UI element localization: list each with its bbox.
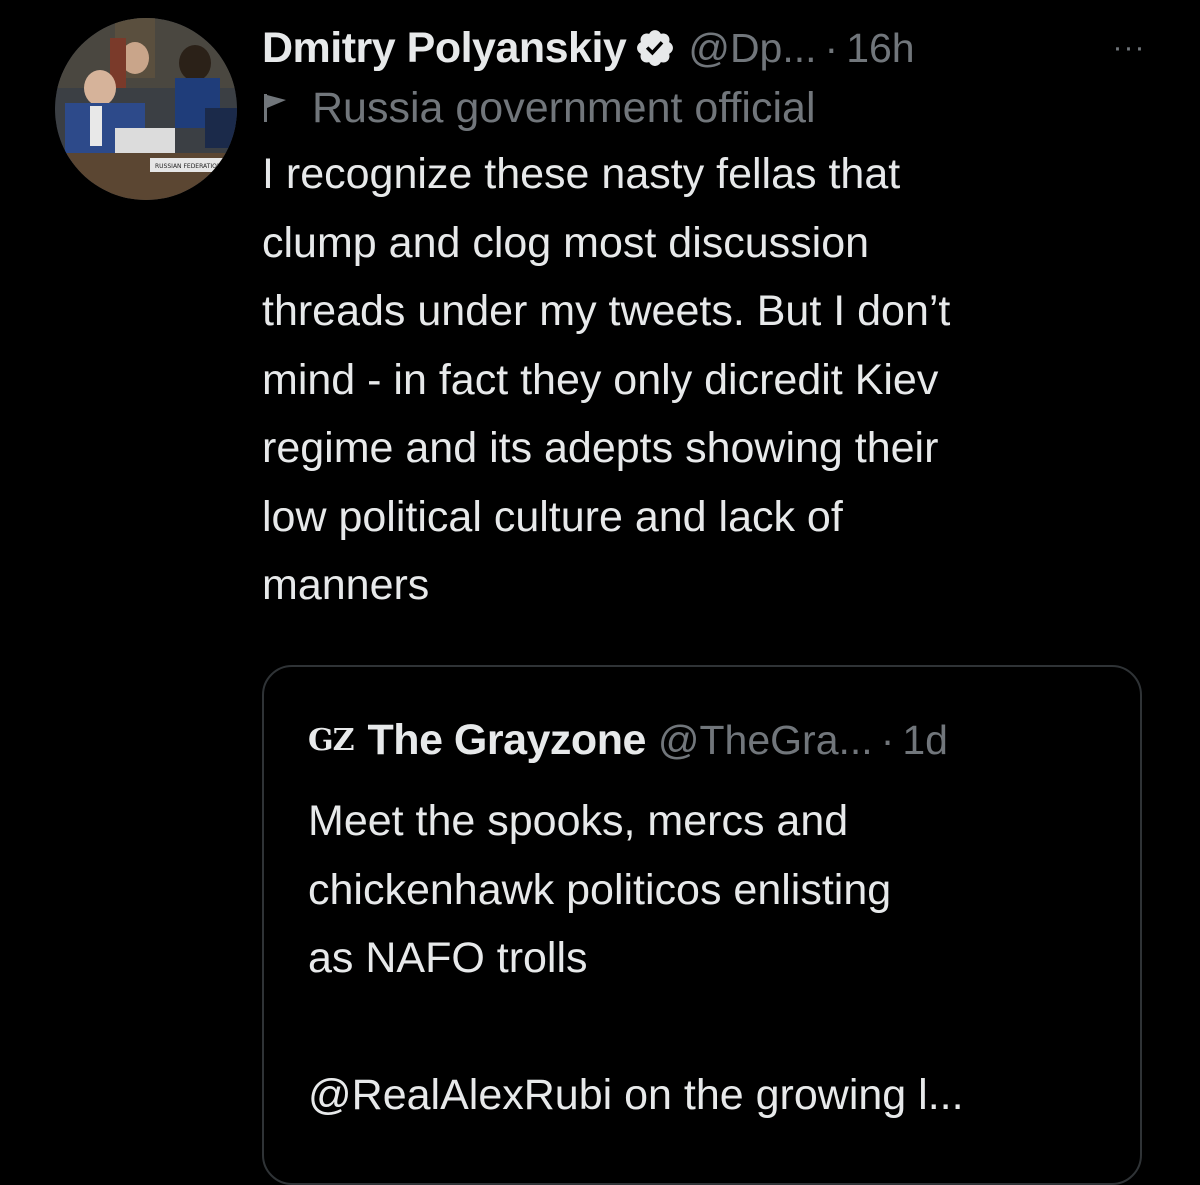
- verified-badge-icon: [634, 27, 676, 69]
- government-label[interactable]: Russia government official: [262, 80, 1162, 136]
- flag-icon: [262, 90, 292, 126]
- author-handle[interactable]: @Dp...: [688, 25, 816, 72]
- quoted-text-line: Meet the spooks, mercs and: [308, 797, 849, 845]
- more-horizontal-icon[interactable]: ···: [1099, 28, 1159, 68]
- tweet-text-line: mind - in fact they only dicredit Kiev: [262, 355, 939, 404]
- tweet[interactable]: RUSSIAN FEDERATION Dmitry Polyanskiy @Dp…: [0, 0, 1200, 1185]
- quoted-author-name[interactable]: The Grayzone: [368, 716, 647, 765]
- tweet-text-line: low political culture and lack of: [262, 492, 843, 541]
- quoted-text-line: as NAFO trolls: [308, 934, 588, 982]
- tweet-header: Dmitry Polyanskiy @Dp... · 16h: [262, 20, 1162, 76]
- grayzone-logo: GZ: [308, 722, 355, 758]
- government-label-text: Russia government official: [312, 83, 816, 132]
- tweet-text-line: regime and its adepts showing their: [262, 424, 939, 472]
- quoted-text-continued: @RealAlexRubi on the growing l...: [308, 1071, 964, 1119]
- tweet-text-line: threads under my tweets. But I don’t: [262, 287, 951, 335]
- quoted-tweet-timestamp[interactable]: 1d: [902, 717, 948, 764]
- tweet-timestamp[interactable]: 16h: [846, 25, 914, 72]
- tweet-text-line: manners: [262, 561, 430, 609]
- quoted-text-line: chickenhawk politicos enlisting: [308, 865, 892, 914]
- tweet-text-line: I recognize these nasty fellas that: [262, 150, 901, 198]
- separator-dot: ·: [824, 24, 839, 71]
- avatar-caption: RUSSIAN FEDERATION: [155, 163, 221, 170]
- avatar-photo: RUSSIAN FEDERATION: [55, 18, 237, 200]
- quoted-tweet[interactable]: GZ The Grayzone @TheGra... · 1d Meet the…: [262, 665, 1142, 1185]
- avatar[interactable]: RUSSIAN FEDERATION: [55, 18, 237, 200]
- author-name[interactable]: Dmitry Polyanskiy: [262, 24, 627, 73]
- tweet-content: Dmitry Polyanskiy @Dp... · 16h ··· Russi…: [262, 20, 1162, 620]
- tweet-text-line: clump and clog most discussion: [262, 218, 870, 267]
- tweet-text: I recognize these nasty fellas that clum…: [262, 140, 1162, 620]
- quoted-tweet-text: Meet the spooks, mercs and chickenhawk p…: [308, 787, 1128, 1130]
- quoted-tweet-header: GZ The Grayzone @TheGra... · 1d: [308, 713, 948, 767]
- separator-dot: ·: [880, 716, 895, 763]
- quoted-author-handle[interactable]: @TheGra...: [658, 717, 873, 764]
